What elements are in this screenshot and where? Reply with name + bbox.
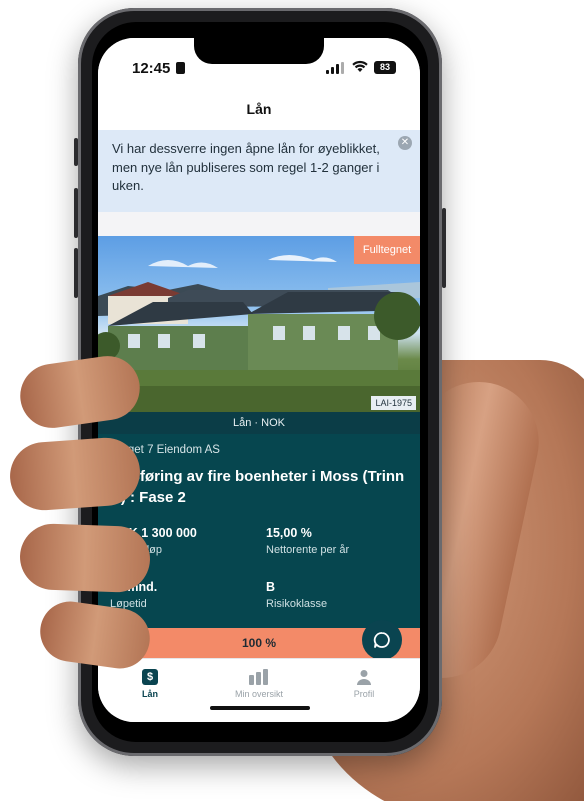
person-icon: [357, 670, 371, 685]
screen: 12:45 83 Lån Vi har dessverre ingen åpne…: [98, 38, 420, 722]
wifi-icon: [352, 60, 368, 74]
tab-label: Min oversikt: [234, 689, 283, 699]
loan-card[interactable]: Fulltegnet LAI-1975 Lån · NOK Berget 7 E…: [98, 236, 420, 660]
page-title: Lån: [98, 88, 420, 130]
dollar-icon: $: [142, 669, 158, 685]
loan-title: Oppføring av fire boenheter i Moss (Trin…: [110, 468, 405, 506]
tab-lan[interactable]: $ Lån: [100, 669, 200, 699]
tab-label: Profil: [353, 689, 375, 699]
stat-label: Løpetid: [110, 598, 147, 610]
tab-profil[interactable]: Profil: [314, 669, 414, 699]
stat-value: 15,00 %: [266, 526, 312, 540]
hand-finger: [7, 435, 143, 513]
bar-chart-icon: [249, 669, 268, 685]
issuer-name: Berget 7 Eiendom AS: [110, 444, 220, 456]
info-banner: Vi har dessverre ingen åpne lån for øyeb…: [98, 130, 420, 212]
chat-bubble-icon: [373, 632, 390, 648]
loan-id-badge: LAI-1975: [371, 396, 416, 410]
chat-button[interactable]: [362, 620, 402, 660]
mute-switch: [74, 138, 78, 166]
loan-details: Berget 7 Eiendom AS Oppføring av fire bo…: [110, 444, 410, 508]
power-button: [442, 208, 446, 288]
status-badge: Fulltegnet: [354, 236, 420, 264]
hand-finger: [18, 522, 152, 594]
project-photo: Fulltegnet LAI-1975: [98, 236, 420, 412]
stat-label: Risikoklasse: [266, 598, 328, 610]
section-spacer: [98, 212, 420, 236]
close-icon[interactable]: ✕: [398, 136, 412, 150]
tab-bar: $ Lån Min oversikt Profil: [98, 658, 420, 722]
volume-up-button: [74, 188, 78, 238]
volume-down-button: [74, 248, 78, 298]
tab-min-oversikt[interactable]: Min oversikt: [209, 669, 309, 699]
loan-type-caption: Lån · NOK: [98, 412, 420, 434]
sim-card-icon: [176, 62, 185, 74]
tab-label: Lån: [141, 689, 158, 699]
stat-interest-rate: 15,00 % Nettorente per år: [266, 526, 406, 556]
cellular-signal-icon: [326, 62, 346, 74]
home-indicator: [210, 706, 310, 710]
stat-risk-class: B Risikoklasse: [266, 580, 406, 610]
status-time: 12:45: [132, 60, 171, 77]
stat-value: B: [266, 580, 276, 594]
stat-label: Nettorente per år: [266, 544, 350, 556]
banner-text: Vi har dessverre ingen åpne lån for øyeb…: [112, 141, 380, 193]
battery-icon: 83: [374, 61, 396, 74]
notch: [194, 38, 324, 64]
stage: 12:45 83 Lån Vi har dessverre ingen åpne…: [0, 0, 584, 801]
